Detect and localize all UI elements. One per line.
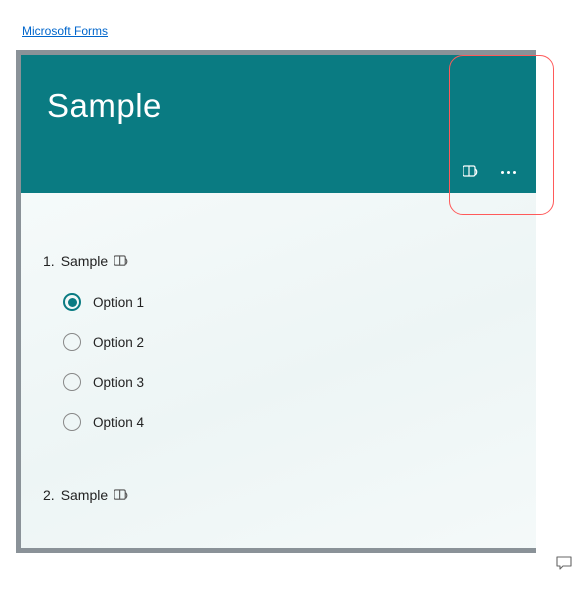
question-number: 2.: [43, 487, 55, 503]
form-header: Sample: [21, 55, 536, 193]
form-body: 1. Sample Option: [21, 193, 536, 548]
option-label: Option 3: [93, 375, 144, 390]
immersive-reader-icon[interactable]: [114, 255, 129, 268]
comment-icon[interactable]: [556, 556, 572, 575]
radio-icon: [63, 333, 81, 351]
radio-icon: [63, 373, 81, 391]
question-title: Sample: [61, 487, 108, 503]
question-options: Option 1 Option 2 Option 3 Option 4: [43, 293, 514, 431]
option-row[interactable]: Option 1: [63, 293, 514, 311]
form-content: Sample: [21, 55, 536, 548]
option-row[interactable]: Option 3: [63, 373, 514, 391]
question-title-row: 1. Sample: [43, 253, 514, 269]
more-options-icon[interactable]: [501, 167, 516, 178]
question-2: 2. Sample: [43, 487, 514, 503]
header-actions: [463, 165, 516, 179]
radio-icon: [63, 413, 81, 431]
option-label: Option 1: [93, 295, 144, 310]
radio-icon: [63, 293, 81, 311]
question-title: Sample: [61, 253, 108, 269]
embed-frame: Sample: [16, 50, 536, 553]
form-scroll-region[interactable]: Sample: [21, 55, 536, 548]
option-label: Option 2: [93, 335, 144, 350]
option-label: Option 4: [93, 415, 144, 430]
immersive-reader-icon[interactable]: [114, 489, 129, 502]
immersive-reader-icon[interactable]: [463, 165, 479, 179]
question-number: 1.: [43, 253, 55, 269]
option-row[interactable]: Option 2: [63, 333, 514, 351]
question-1: 1. Sample Option: [43, 253, 514, 431]
form-title: Sample: [47, 87, 510, 125]
option-row[interactable]: Option 4: [63, 413, 514, 431]
microsoft-forms-link[interactable]: Microsoft Forms: [22, 24, 108, 38]
question-title-row: 2. Sample: [43, 487, 514, 503]
